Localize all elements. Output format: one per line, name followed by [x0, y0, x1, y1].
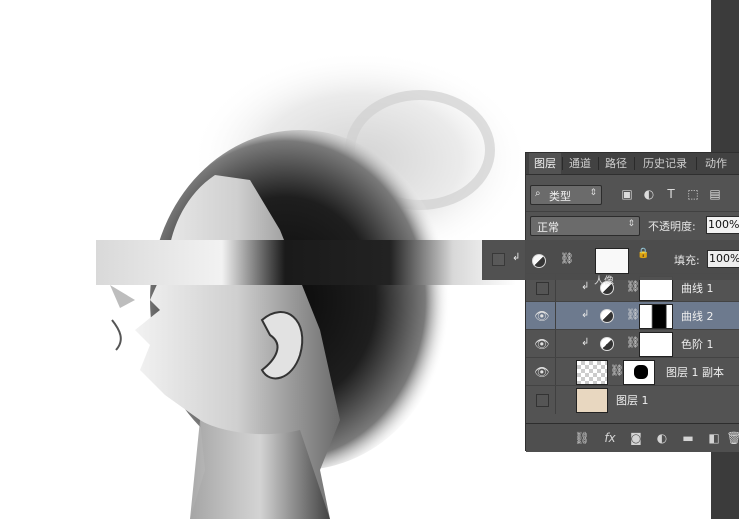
eye-icon[interactable]: 👁 — [534, 336, 550, 352]
updown-arrow-icon: ⇕ — [589, 188, 597, 198]
clip-arrow-icon: ↲ — [581, 309, 590, 320]
smart-object-filter-icon[interactable]: ▤ — [708, 187, 722, 201]
clip-arrow-icon: ↲ — [512, 252, 521, 263]
layer-mask-thumb[interactable] — [623, 360, 655, 385]
search-icon: ⌕ — [535, 188, 541, 199]
chain-link-icon: ⛓ — [560, 252, 574, 265]
layer-name[interactable]: 曲线 1 — [681, 280, 714, 296]
opacity-label: 不透明度: — [648, 220, 696, 233]
tab-layers[interactable]: 图层 — [529, 153, 561, 174]
layers-bottom-toolbar: ⛓ fx ◙ ◐ ▬ ◧ 🗑 — [526, 423, 739, 452]
fill-label: 填充: — [674, 254, 700, 267]
fill-field[interactable]: 100% — [707, 250, 739, 268]
updown-arrow-icon: ⇕ — [627, 219, 635, 229]
layer-name[interactable]: 图层 1 副本 — [666, 364, 724, 380]
layer-mask-thumb[interactable] — [639, 332, 673, 357]
group-name-partial: 人像 — [594, 276, 614, 287]
layer-row-layer-1[interactable]: 图层 1 — [526, 385, 739, 414]
type-filter-icon[interactable]: T — [664, 187, 678, 201]
filter-kind-select[interactable]: ⌕ 类型 ⇕ — [530, 185, 602, 205]
visibility-toggle[interactable] — [536, 394, 549, 407]
eye-icon[interactable]: 👁 — [534, 308, 550, 324]
layer-thumb[interactable] — [576, 360, 608, 385]
filter-kind-label: 类型 — [549, 190, 571, 203]
lock-icon: 🔒 — [637, 248, 650, 259]
trash-icon[interactable]: 🗑 — [726, 430, 739, 446]
layer-name[interactable]: 色阶 1 — [681, 336, 714, 352]
tab-channels[interactable]: 通道 — [564, 153, 596, 174]
chain-link-icon[interactable]: ⛓ — [626, 308, 640, 321]
visibility-toggle[interactable] — [492, 253, 505, 266]
fx-icon[interactable]: fx — [602, 430, 618, 446]
adjustment-filter-icon[interactable]: ◐ — [642, 187, 656, 201]
chain-link-icon[interactable]: ⛓ — [626, 336, 640, 349]
layer-mask-thumb — [595, 248, 629, 274]
clip-arrow-icon: ↲ — [581, 337, 590, 348]
eye-icon[interactable]: 👁 — [534, 364, 550, 380]
tab-history[interactable]: 历史记录 — [636, 153, 694, 174]
layer-name[interactable]: 曲线 2 — [681, 308, 714, 324]
adjustment-layer-icon — [532, 254, 546, 268]
opacity-field[interactable]: 100% — [706, 216, 739, 234]
shape-filter-icon[interactable]: ⬚ — [686, 187, 700, 201]
blend-row: 正常 ⇕ 不透明度: 100% — [526, 211, 739, 236]
layer-thumb[interactable] — [576, 388, 608, 413]
layers-panel: 图层 通道 路径 历史记录 动作 ⌕ 类型 ⇕ ▣ ◐ T ⬚ ▤ 正常 ⇕ 不… — [525, 152, 739, 452]
folder-icon[interactable]: ▬ — [680, 430, 696, 446]
clip-arrow-icon: ↲ — [581, 281, 590, 292]
layer-mask-thumb[interactable] — [639, 304, 673, 329]
layer-row-curves-2[interactable]: 👁 ↲ ⛓ 曲线 2 — [526, 301, 739, 330]
chain-link-icon[interactable]: ⛓ — [626, 280, 640, 293]
drag-ghost-layer: ↲ ⛓ 🔒 填充: 100% 人像 — [482, 240, 739, 287]
panel-tab-bar: 图层 通道 路径 历史记录 动作 — [526, 153, 739, 175]
pixel-filter-icon[interactable]: ▣ — [620, 187, 634, 201]
tab-actions[interactable]: 动作 — [698, 153, 734, 174]
layer-row-levels-1[interactable]: 👁 ↲ ⛓ 色阶 1 — [526, 329, 739, 358]
new-layer-icon[interactable]: ◧ — [706, 430, 722, 446]
blend-mode-select[interactable]: 正常 ⇕ — [530, 216, 640, 236]
mask-icon[interactable]: ◙ — [628, 430, 644, 446]
adjustment-icon[interactable]: ◐ — [654, 430, 670, 446]
tab-paths[interactable]: 路径 — [600, 153, 632, 174]
layer-row-layer-1-copy[interactable]: 👁 ⛓ 图层 1 副本 — [526, 357, 739, 386]
blend-mode-label: 正常 — [537, 221, 559, 234]
link-icon[interactable]: ⛓ — [574, 430, 590, 446]
chain-link-icon[interactable]: ⛓ — [610, 364, 624, 377]
visibility-toggle[interactable] — [536, 282, 549, 295]
layer-name[interactable]: 图层 1 — [616, 392, 649, 408]
filter-row: ⌕ 类型 ⇕ ▣ ◐ T ⬚ ▤ — [526, 177, 739, 205]
layer-list: ↲ ⛓ 曲线 1 👁 ↲ ⛓ 曲线 2 👁 ↲ ⛓ 色阶 1 👁 ⛓ 图层 1 … — [526, 273, 739, 423]
levels-adjustment-icon — [600, 337, 614, 351]
curves-adjustment-icon — [600, 309, 614, 323]
